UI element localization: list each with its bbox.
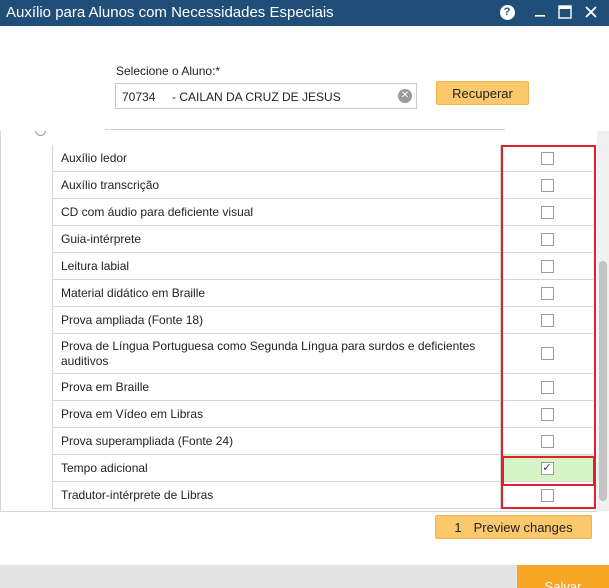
scrollbar-thumb[interactable] xyxy=(599,261,607,501)
list-bottom-border xyxy=(0,511,597,512)
close-button[interactable] xyxy=(582,3,600,21)
aid-label: Prova em Braille xyxy=(61,379,150,394)
dialog-window: Auxílio para Alunos com Necessidades Esp… xyxy=(0,0,609,588)
aid-label: Tradutor-intérprete de Libras xyxy=(61,487,214,502)
maximize-button[interactable] xyxy=(556,3,574,21)
highlight-checked-row xyxy=(502,456,595,486)
close-icon xyxy=(585,6,597,18)
recover-button[interactable]: Recuperar xyxy=(436,81,529,105)
title-bar: Auxílio para Alunos com Necessidades Esp… xyxy=(0,0,609,26)
student-code: 70734 xyxy=(122,90,156,104)
preview-label: Preview changes xyxy=(473,519,573,535)
window-title: Auxílio para Alunos com Necessidades Esp… xyxy=(6,4,334,21)
aid-label: Material didático em Braille xyxy=(61,285,206,300)
aid-label: Prova superampliada (Fonte 24) xyxy=(61,433,234,448)
preview-count: 1 xyxy=(454,519,462,535)
maximize-icon xyxy=(558,5,572,19)
minimize-button[interactable] xyxy=(531,3,549,21)
student-select-input[interactable]: 70734 - CAILAN DA CRUZ DE JESUS ✕ xyxy=(115,83,417,109)
save-button[interactable]: Salvar xyxy=(517,565,609,588)
help-button[interactable]: ? xyxy=(498,3,516,21)
highlight-checkbox-column xyxy=(501,145,596,509)
aid-label: Tempo adicional xyxy=(61,460,148,475)
aid-label: Auxílio ledor xyxy=(61,150,128,165)
radio-option-partial[interactable] xyxy=(35,131,46,136)
student-label: Selecione o Aluno:* xyxy=(116,64,221,78)
minimize-icon xyxy=(535,15,545,17)
help-icon: ? xyxy=(499,4,515,20)
clear-icon[interactable]: ✕ xyxy=(398,89,412,103)
aid-label: Guia-intérprete xyxy=(61,231,142,246)
aid-label: CD com áudio para deficiente visual xyxy=(61,204,254,219)
aid-label: Auxílio transcrição xyxy=(61,177,160,192)
section-divider xyxy=(105,129,505,130)
student-name: - CAILAN DA CRUZ DE JESUS xyxy=(172,90,341,104)
aid-label: Prova de Língua Portuguesa como Segunda … xyxy=(61,338,476,368)
aid-label: Prova em Vídeo em Libras xyxy=(61,406,204,421)
list-scrollbar[interactable] xyxy=(597,131,609,511)
preview-changes-button[interactable]: 1 Preview changes xyxy=(435,515,592,539)
save-label: Salvar xyxy=(544,579,582,588)
aid-label: Leitura labial xyxy=(61,258,130,273)
aid-label: Prova ampliada (Fonte 18) xyxy=(61,312,204,327)
